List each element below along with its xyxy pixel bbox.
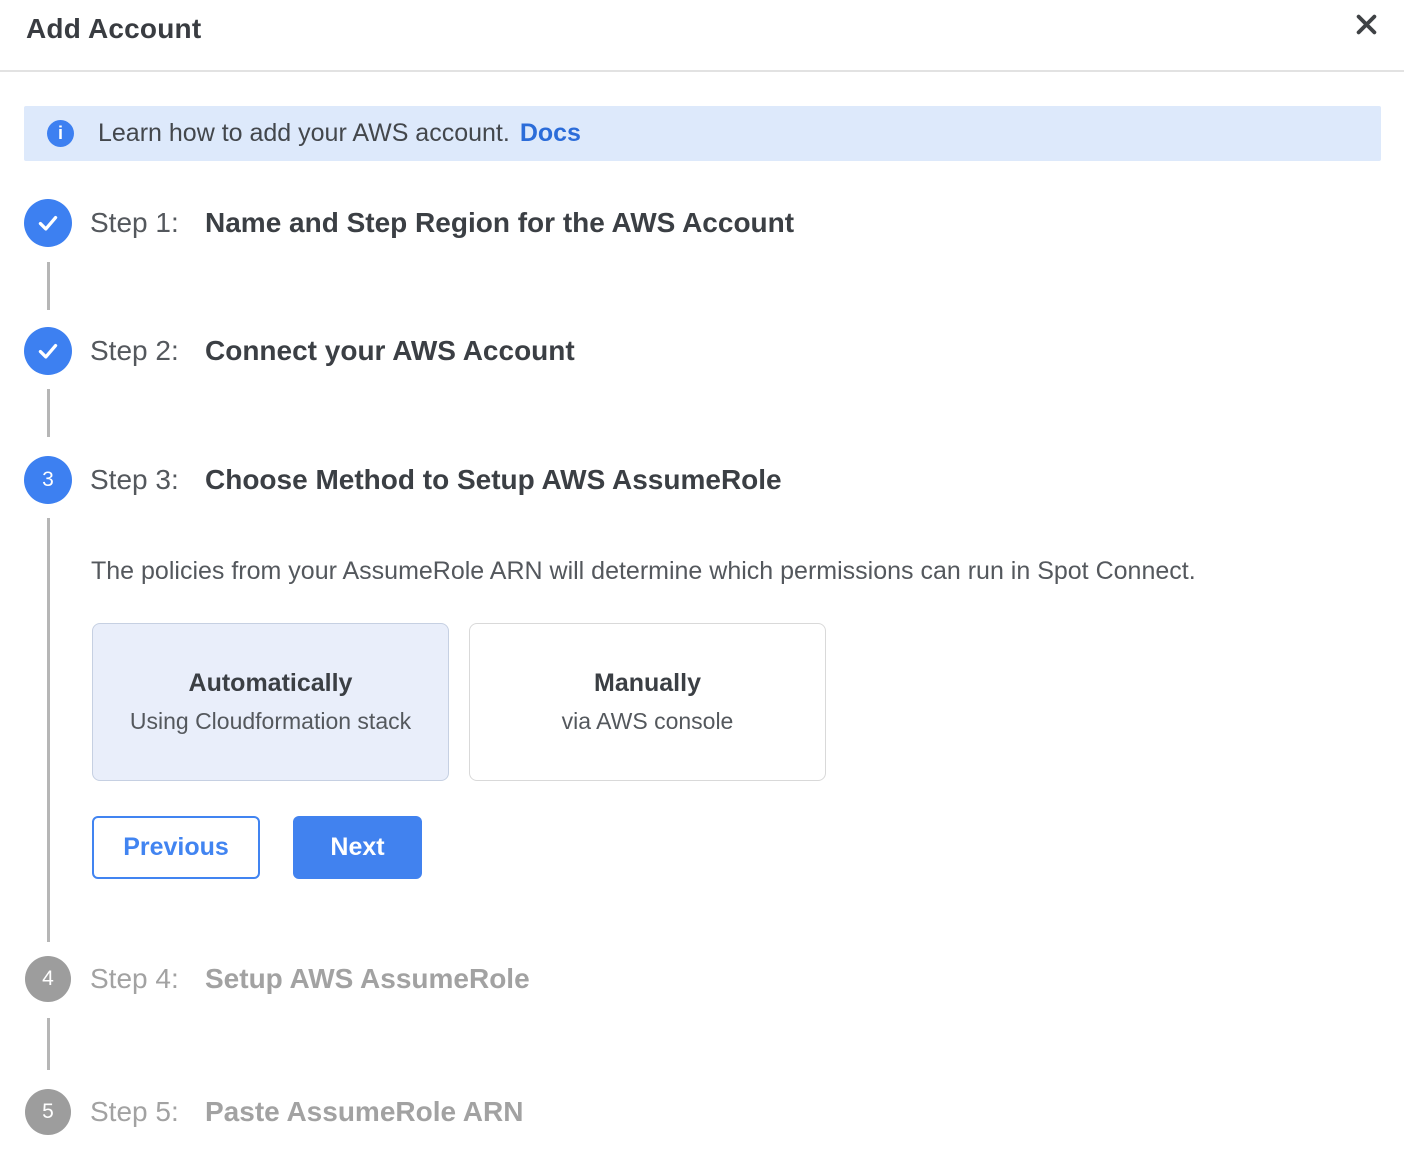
step-row-1: Step 1: Name and Step Region for the AWS… <box>24 199 794 247</box>
info-icon: i <box>47 120 74 147</box>
step-3-label: Step 3: <box>90 464 205 496</box>
step-2-title: Connect your AWS Account <box>205 335 575 367</box>
close-icon <box>1353 11 1380 41</box>
step-connector <box>47 1018 50 1070</box>
step-4-title: Setup AWS AssumeRole <box>205 963 530 995</box>
step-connector <box>47 389 50 437</box>
close-button[interactable] <box>1346 6 1386 46</box>
assume-role-method-options: Automatically Using Cloudformation stack… <box>92 623 826 781</box>
step-4-number-badge: 4 <box>25 956 71 1002</box>
step-row-2: Step 2: Connect your AWS Account <box>24 327 575 375</box>
option-title: Automatically <box>189 669 353 698</box>
step-1-completed-badge <box>24 199 72 247</box>
add-account-modal: Add Account i Learn how to add your AWS … <box>0 0 1404 1159</box>
step-3-buttons: Previous Next <box>92 816 422 879</box>
docs-link[interactable]: Docs <box>520 119 581 148</box>
step-1-label: Step 1: <box>90 207 205 239</box>
step-row-5: 5 Step 5: Paste AssumeRole ARN <box>24 1088 523 1136</box>
step-5-number-badge: 5 <box>25 1089 71 1135</box>
step-connector <box>47 262 50 310</box>
option-subtitle: via AWS console <box>562 708 734 735</box>
step-1-title: Name and Step Region for the AWS Account <box>205 207 794 239</box>
step-4-label: Step 4: <box>90 963 205 995</box>
step-2-completed-badge <box>24 327 72 375</box>
step-connector <box>47 518 50 942</box>
step-2-label: Step 2: <box>90 335 205 367</box>
previous-button[interactable]: Previous <box>92 816 260 879</box>
next-button[interactable]: Next <box>293 816 422 879</box>
step-row-3: 3 Step 3: Choose Method to Setup AWS Ass… <box>24 456 782 504</box>
step-row-4: 4 Step 4: Setup AWS AssumeRole <box>24 955 530 1003</box>
checkmark-icon <box>35 338 61 364</box>
modal-header: Add Account <box>0 0 1404 72</box>
step-3-number-badge: 3 <box>24 456 72 504</box>
option-title: Manually <box>594 669 701 698</box>
option-automatically[interactable]: Automatically Using Cloudformation stack <box>92 623 449 781</box>
option-manually[interactable]: Manually via AWS console <box>469 623 826 781</box>
info-banner: i Learn how to add your AWS account. Doc… <box>24 106 1381 161</box>
step-5-label: Step 5: <box>90 1096 205 1128</box>
banner-text: Learn how to add your AWS account. <box>98 119 510 148</box>
option-subtitle: Using Cloudformation stack <box>130 708 411 735</box>
step-3-description: The policies from your AssumeRole ARN wi… <box>91 557 1196 586</box>
page-title: Add Account <box>26 13 201 45</box>
step-3-title: Choose Method to Setup AWS AssumeRole <box>205 464 782 496</box>
checkmark-icon <box>35 210 61 236</box>
step-5-title: Paste AssumeRole ARN <box>205 1096 523 1128</box>
